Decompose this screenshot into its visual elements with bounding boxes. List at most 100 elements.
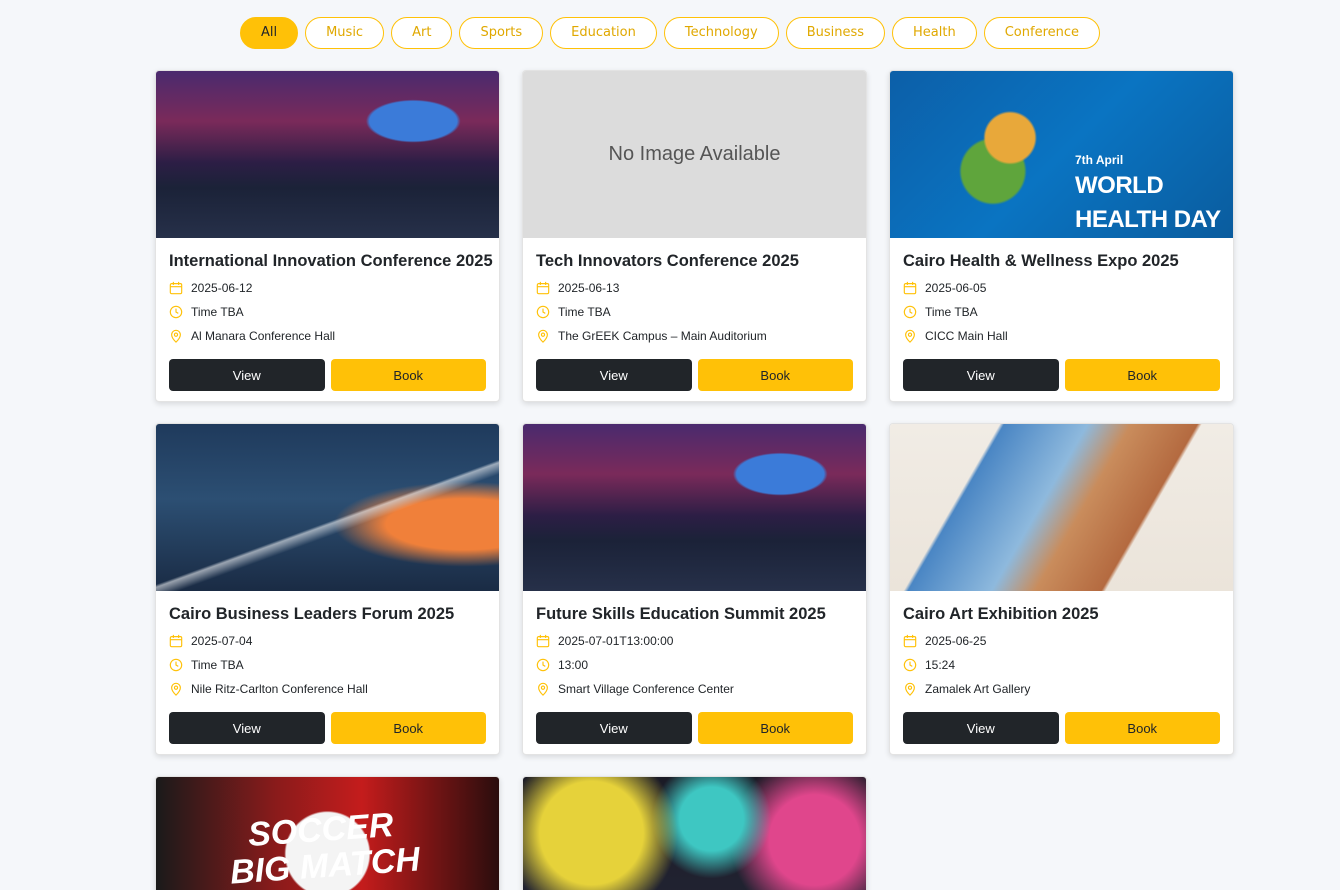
event-image [523,777,866,890]
event-title: Cairo Art Exhibition 2025 [903,605,1099,623]
no-image-placeholder: No Image Available [523,71,866,238]
event-time: Time TBA [191,658,244,672]
event-venue-row: Smart Village Conference Center [536,677,853,701]
event-title: International Innovation Conference 2025 [169,252,493,270]
event-image [156,424,499,591]
event-date-row: 2025-06-25 [903,629,1220,653]
event-date-row: 2025-06-12 [169,276,486,300]
event-date-row: 2025-07-01T13:00:00 [536,629,853,653]
event-venue: CICC Main Hall [925,329,1008,343]
event-venue-row: Nile Ritz-Carlton Conference Hall [169,677,486,701]
calendar-icon [169,281,183,295]
event-time: Time TBA [558,305,611,319]
book-button[interactable]: Book [697,712,853,744]
book-button[interactable]: Book [330,712,486,744]
event-card: International Innovation Conference 2025… [155,70,500,402]
view-button[interactable]: View [903,712,1059,744]
filter-sports[interactable]: Sports [459,17,544,49]
calendar-icon [903,634,917,648]
filter-art[interactable]: Art [391,17,453,49]
filter-education[interactable]: Education [550,17,657,49]
book-button[interactable]: Book [1064,712,1220,744]
event-venue-row: Al Manara Conference Hall [169,324,486,348]
event-card: Cairo Business Leaders Forum 2025 2025-0… [155,423,500,755]
event-venue-row: Zamalek Art Gallery [903,677,1220,701]
event-card: SOCCER BIG MATCH [155,776,500,890]
event-title: Future Skills Education Summit 2025 [536,605,826,623]
event-card: No Image Available Tech Innovators Confe… [522,70,867,402]
event-time-row: Time TBA [169,300,486,324]
event-title: Cairo Business Leaders Forum 2025 [169,605,455,623]
event-time-row: Time TBA [536,300,853,324]
event-time-row: 13:00 [536,653,853,677]
image-headline-line2: HEALTH DAY [1075,206,1221,233]
event-venue: Zamalek Art Gallery [925,682,1031,696]
event-time: Time TBA [925,305,978,319]
location-pin-icon [538,329,548,343]
event-grid: International Innovation Conference 2025… [155,70,1234,890]
event-image: SOCCER BIG MATCH [156,777,499,890]
view-button[interactable]: View [536,712,692,744]
view-button[interactable]: View [169,712,325,744]
event-time: 15:24 [925,658,956,672]
filter-music[interactable]: Music [305,17,385,49]
event-time-row: 15:24 [903,653,1220,677]
category-filter-bar: All Music Art Sports Education Technolog… [0,17,1340,49]
location-pin-icon [905,682,915,696]
event-time-row: Time TBA [903,300,1220,324]
calendar-icon [536,634,550,648]
location-pin-icon [171,682,181,696]
image-headline-line1: WORLD [1075,172,1164,199]
event-date: 2025-07-01T13:00:00 [558,634,674,648]
image-date-text: 7th April [1075,153,1124,167]
view-button[interactable]: View [903,359,1059,391]
event-date: 2025-07-04 [191,634,253,648]
event-image [156,71,499,238]
event-venue: Al Manara Conference Hall [191,329,336,343]
calendar-icon [169,634,183,648]
event-venue: Nile Ritz-Carlton Conference Hall [191,682,368,696]
clock-icon [903,305,917,319]
clock-icon [169,305,183,319]
filter-conference[interactable]: Conference [983,17,1101,49]
clock-icon [536,305,550,319]
location-pin-icon [171,329,181,343]
book-button[interactable]: Book [697,359,853,391]
clock-icon [903,658,917,672]
book-button[interactable]: Book [1064,359,1220,391]
location-pin-icon [538,682,548,696]
filter-business[interactable]: Business [785,17,886,49]
event-date: 2025-06-13 [558,281,620,295]
event-card [522,776,867,890]
event-card: Cairo Art Exhibition 2025 2025-06-25 15:… [889,423,1234,755]
view-button[interactable]: View [536,359,692,391]
filter-all[interactable]: All [239,17,299,49]
event-title: Cairo Health & Wellness Expo 2025 [903,252,1179,270]
book-button[interactable]: Book [330,359,486,391]
clock-icon [169,658,183,672]
calendar-icon [536,281,550,295]
event-image [890,424,1233,591]
event-date-row: 2025-07-04 [169,629,486,653]
event-venue: Smart Village Conference Center [558,682,734,696]
event-date-row: 2025-06-13 [536,276,853,300]
event-venue-row: CICC Main Hall [903,324,1220,348]
event-venue-row: The GrEEK Campus – Main Auditorium [536,324,853,348]
event-time: Time TBA [191,305,244,319]
event-image: 7th April WORLD HEALTH DAY [890,71,1233,238]
event-title: Tech Innovators Conference 2025 [536,252,799,270]
event-date: 2025-06-25 [925,634,987,648]
event-date: 2025-06-12 [191,281,253,295]
event-card: 7th April WORLD HEALTH DAY Cairo Health … [889,70,1234,402]
event-card: Future Skills Education Summit 2025 2025… [522,423,867,755]
event-image [523,424,866,591]
event-time-row: Time TBA [169,653,486,677]
filter-technology[interactable]: Technology [663,17,779,49]
event-time: 13:00 [558,658,589,672]
event-date-row: 2025-06-05 [903,276,1220,300]
clock-icon [536,658,550,672]
filter-health[interactable]: Health [892,17,977,49]
view-button[interactable]: View [169,359,325,391]
event-date: 2025-06-05 [925,281,987,295]
event-venue: The GrEEK Campus – Main Auditorium [558,329,767,343]
